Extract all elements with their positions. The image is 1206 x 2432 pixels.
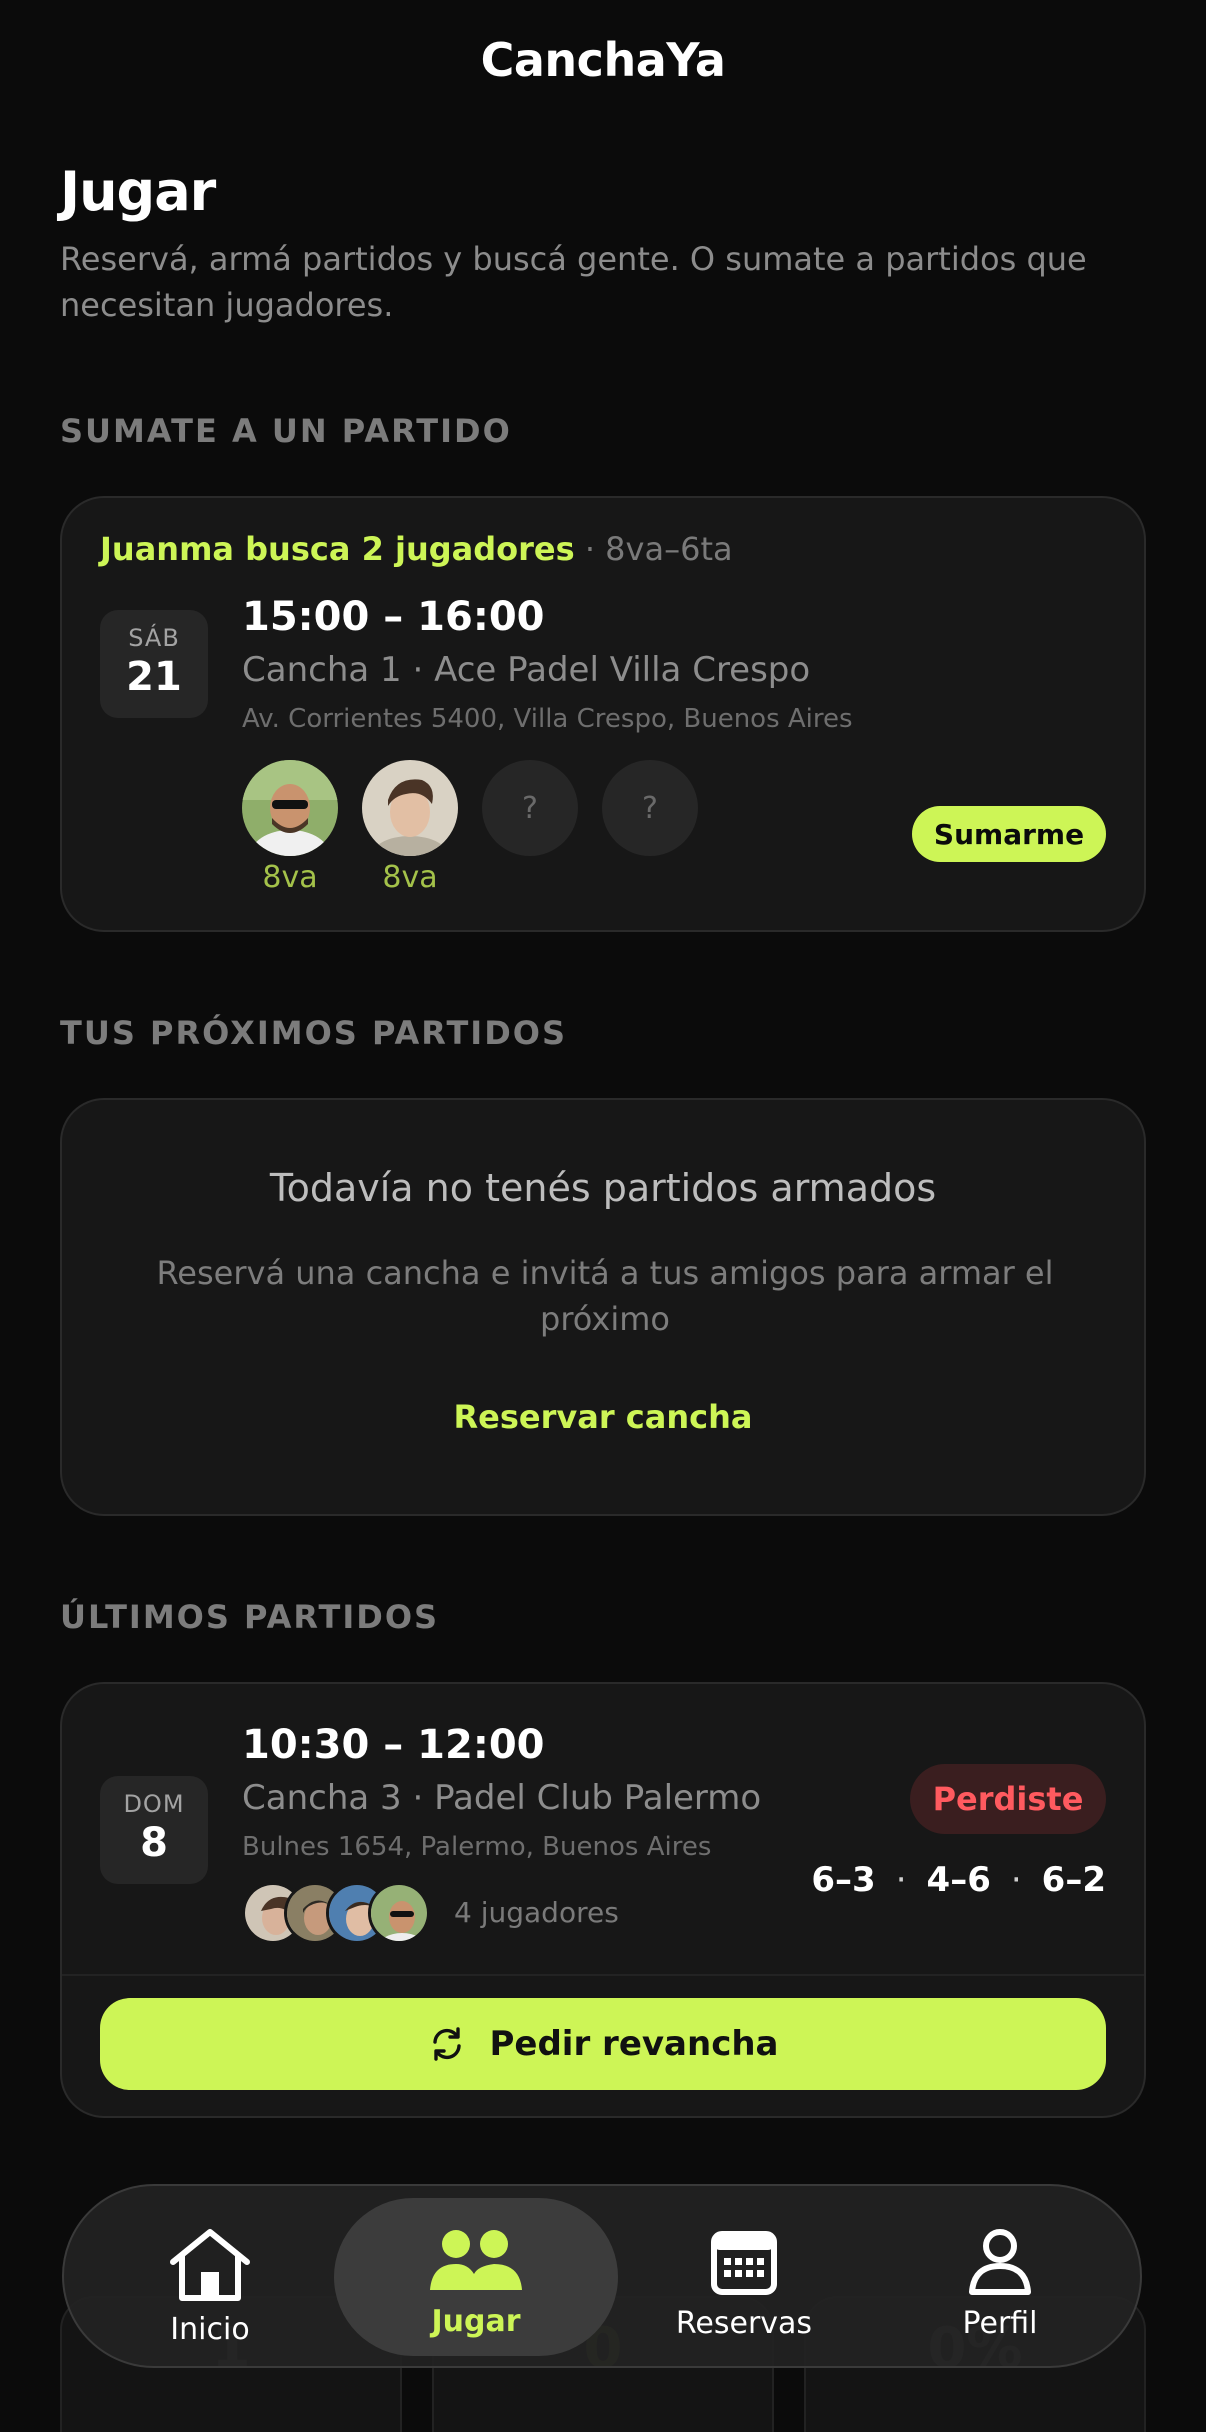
nav-label: Jugar bbox=[431, 2304, 521, 2339]
player-level: 8va bbox=[382, 860, 438, 895]
empty-state-description: Reservá una cancha e invitá a tus amigos… bbox=[156, 1254, 1054, 1338]
nav-item-reservas[interactable]: Reservas bbox=[630, 2198, 858, 2356]
upcoming-empty-card: Todavía no tenés partidos armados Reserv… bbox=[60, 1098, 1146, 1516]
bottom-nav: Inicio Jugar Reservas Perfil bbox=[62, 2184, 1142, 2368]
day-of-week: DOM bbox=[123, 1790, 185, 1818]
page-title: Jugar bbox=[60, 160, 216, 223]
player-level: 8va bbox=[262, 860, 318, 895]
calendar-icon bbox=[711, 2231, 777, 2295]
category-range: 8va–6ta bbox=[605, 530, 733, 568]
result-badge: Perdiste bbox=[910, 1764, 1106, 1834]
reserve-court-link[interactable]: Reservar cancha bbox=[62, 1398, 1144, 1436]
home-icon bbox=[170, 2229, 250, 2301]
nav-label: Inicio bbox=[170, 2312, 250, 2347]
open-match-header: Juanma busca 2 jugadores · 8va–6ta bbox=[100, 530, 733, 568]
join-match-button[interactable]: Sumarme bbox=[912, 806, 1106, 862]
player-avatar[interactable] bbox=[242, 760, 338, 856]
date-box: SÁB 21 bbox=[100, 610, 208, 718]
section-label-join: SUMATE A UN PARTIDO bbox=[60, 412, 512, 450]
match-score: 6–3 · 4–6 · 6–2 bbox=[811, 1860, 1106, 1900]
empty-player-slot[interactable]: ? bbox=[482, 760, 578, 856]
match-time: 10:30 – 12:00 bbox=[242, 1722, 545, 1768]
last-match-card[interactable]: DOM 8 10:30 – 12:00 Cancha 3 · Padel Clu… bbox=[60, 1682, 1146, 2118]
nav-item-inicio[interactable]: Inicio bbox=[98, 2198, 322, 2356]
section-label-upcoming: TUS PRÓXIMOS PARTIDOS bbox=[60, 1014, 567, 1052]
organizer-text: Juanma busca 2 jugadores bbox=[100, 530, 575, 568]
date-box: DOM 8 bbox=[100, 1776, 208, 1884]
set-score: 6–2 bbox=[1041, 1860, 1106, 1900]
nav-label: Reservas bbox=[675, 2306, 813, 2341]
nav-item-perfil[interactable]: Perfil bbox=[890, 2198, 1110, 2356]
rematch-label: Pedir revancha bbox=[489, 2024, 779, 2064]
player-avatar[interactable] bbox=[362, 760, 458, 856]
day-of-week: SÁB bbox=[128, 624, 180, 652]
top-bar: CanchaYa bbox=[0, 0, 1206, 120]
empty-player-slot[interactable]: ? bbox=[602, 760, 698, 856]
section-label-last: ÚLTIMOS PARTIDOS bbox=[60, 1598, 440, 1636]
open-match-card[interactable]: Juanma busca 2 jugadores · 8va–6ta SÁB 2… bbox=[60, 496, 1146, 932]
match-address: Bulnes 1654, Palermo, Buenos Aires bbox=[242, 1832, 712, 1862]
day-number: 21 bbox=[126, 654, 182, 700]
person-icon bbox=[969, 2229, 1031, 2295]
players-avatar-stack bbox=[242, 1882, 442, 1944]
page-subtitle: Reservá, armá partidos y buscá gente. O … bbox=[60, 240, 1087, 324]
set-separator: · bbox=[895, 1860, 907, 1900]
match-address: Av. Corrientes 5400, Villa Crespo, Bueno… bbox=[242, 704, 853, 734]
match-time: 15:00 – 16:00 bbox=[242, 594, 545, 640]
players-count: 4 jugadores bbox=[454, 1896, 619, 1929]
set-score: 4–6 bbox=[926, 1860, 991, 1900]
match-court: Cancha 3 · Padel Club Palermo bbox=[242, 1778, 762, 1818]
set-score: 6–3 bbox=[811, 1860, 876, 1900]
refresh-icon bbox=[433, 2027, 462, 2061]
empty-state-title: Todavía no tenés partidos armados bbox=[269, 1166, 937, 1210]
match-court: Cancha 1 · Ace Padel Villa Crespo bbox=[242, 650, 811, 690]
people-icon bbox=[430, 2230, 522, 2290]
separator: · bbox=[584, 530, 595, 568]
nav-item-jugar[interactable]: Jugar bbox=[334, 2198, 618, 2356]
request-rematch-button[interactable]: Pedir revancha bbox=[100, 1998, 1106, 2090]
player-avatar bbox=[368, 1882, 430, 1944]
nav-label: Perfil bbox=[962, 2306, 1038, 2341]
app-title: CanchaYa bbox=[480, 33, 726, 87]
set-separator: · bbox=[1010, 1860, 1022, 1900]
card-divider bbox=[62, 1974, 1144, 1976]
day-number: 8 bbox=[140, 1820, 168, 1866]
